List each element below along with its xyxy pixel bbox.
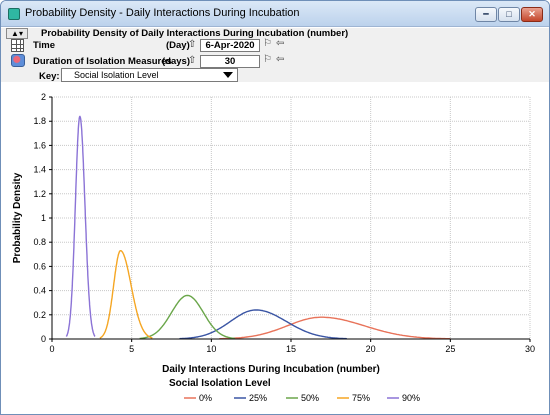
y-tick-label: 0.4 [33, 286, 46, 296]
legend-label: 50% [301, 393, 319, 403]
y-tick-label: 0.8 [33, 237, 46, 247]
duration-unit: (days) [162, 56, 190, 67]
minimize-icon: ━ [483, 9, 489, 19]
y-tick-label: 1 [41, 213, 46, 223]
close-button[interactable]: ✕ [521, 7, 543, 22]
time-link-icon[interactable]: ⇦ [276, 38, 284, 49]
duration-value-field[interactable]: 30 [200, 55, 260, 68]
y-tick-label: 1.4 [33, 165, 46, 175]
title-bar[interactable]: Probability Density - Daily Interactions… [1, 1, 549, 27]
app-window: Probability Density - Daily Interactions… [0, 0, 550, 415]
chevron-down-icon [223, 72, 233, 78]
chart-area: 0 5 10 15 20 25 30 0 0.2 0.4 0.6 0.8 1 1.2 1.4 1.6 1.8 2 D… [1, 83, 549, 414]
x-tick-label: 25 [445, 344, 455, 354]
duration-label: Duration of Isolation Measures [33, 56, 172, 67]
y-tick-label: 0.2 [33, 310, 46, 320]
key-label: Key: [39, 71, 60, 82]
duration-value: 30 [224, 56, 236, 67]
y-tick-label: 2 [41, 92, 46, 102]
density-chart: 0 5 10 15 20 25 30 0 0.2 0.4 0.6 0.8 1 1.2 1.4 1.6 1.8 2 D… [12, 92, 535, 403]
app-icon [8, 8, 20, 20]
time-label: Time [33, 40, 56, 51]
key-select[interactable]: Social Isolation Level [61, 68, 238, 82]
y-axis-label: Probability Density [12, 172, 23, 263]
maximize-button[interactable]: □ [498, 7, 520, 22]
toolbar: ▲▾ Probability Density of Daily Interact… [1, 28, 549, 82]
legend-label: 90% [402, 393, 420, 403]
y-tick-label: 1.2 [33, 189, 46, 199]
view-menu-button[interactable]: ▲▾ [6, 28, 28, 39]
time-value-field[interactable]: 6-Apr-2020 [200, 39, 260, 52]
x-tick-label: 0 [49, 344, 54, 354]
x-tick-label: 30 [525, 344, 535, 354]
time-value: 6-Apr-2020 [205, 40, 255, 51]
x-tick-label: 5 [129, 344, 134, 354]
maximize-icon: □ [506, 9, 512, 19]
view-menu-icon: ▲▾ [11, 29, 23, 38]
legend-label: 75% [352, 393, 370, 403]
y-tick-label: 1.6 [33, 140, 46, 150]
x-axis-label: Daily Interactions During Incubation (nu… [162, 364, 380, 375]
duration-step-icon[interactable]: ⇧ [188, 55, 196, 66]
time-flag-icon[interactable]: ⚐ [263, 38, 272, 49]
y-tick-label: 0 [41, 334, 46, 344]
close-icon: ✕ [528, 9, 536, 19]
duration-flag-icon[interactable]: ⚐ [263, 54, 272, 65]
x-tick-label: 10 [206, 344, 216, 354]
x-tick-label: 15 [286, 344, 296, 354]
grid-icon[interactable] [11, 39, 24, 52]
y-tick-label: 0.6 [33, 261, 46, 271]
legend-label: 25% [249, 393, 267, 403]
key-select-value: Social Isolation Level [74, 70, 159, 80]
chart-header: Probability Density of Daily Interaction… [41, 28, 349, 39]
y-tick-label: 1.8 [33, 116, 46, 126]
duration-link-icon[interactable]: ⇦ [276, 54, 284, 65]
time-unit: (Day) [166, 40, 190, 51]
window-title: Probability Density - Daily Interactions… [25, 7, 300, 19]
duration-icon[interactable] [11, 54, 25, 67]
minimize-button[interactable]: ━ [475, 7, 497, 22]
legend-label: 0% [199, 393, 212, 403]
legend-title: Social Isolation Level [169, 378, 271, 389]
x-tick-label: 20 [366, 344, 376, 354]
time-step-icon[interactable]: ⇧ [188, 39, 196, 50]
